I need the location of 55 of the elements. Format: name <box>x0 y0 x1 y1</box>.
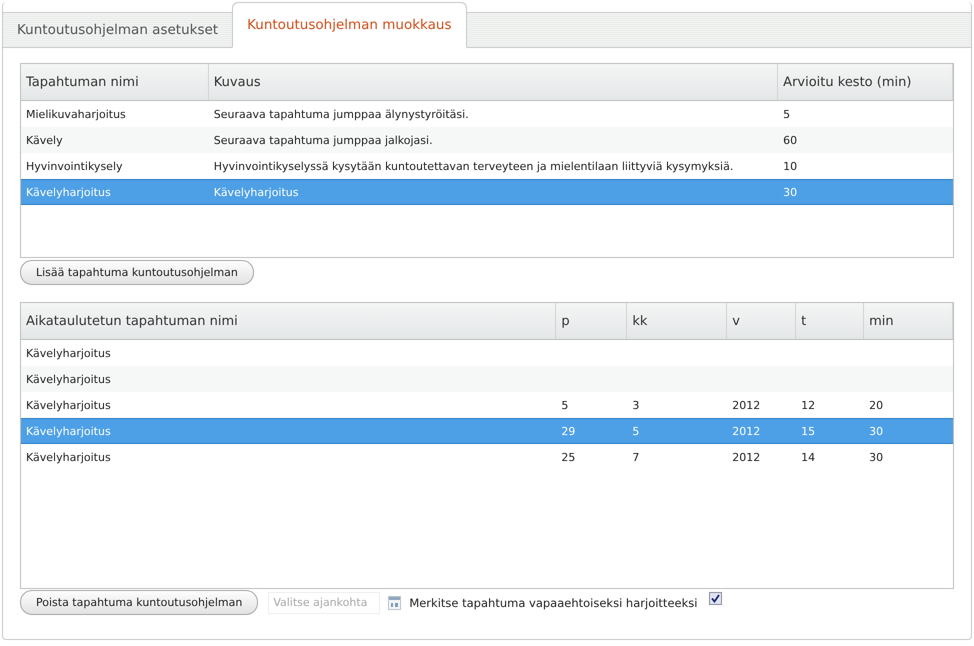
table-cell: 25 <box>561 450 576 464</box>
table-cell: Kävely <box>26 134 63 146</box>
column-header[interactable]: min <box>864 303 953 339</box>
table-cell: Hyvinvointikysely <box>26 160 123 172</box>
column-header[interactable]: v <box>727 303 796 339</box>
table-row[interactable]: Kävelyharjoitus 25 7 2012 14 30 <box>21 444 953 470</box>
table-cell: 10 <box>783 160 798 172</box>
tab[interactable]: Kuntoutusohjelman muokkaus <box>232 2 466 48</box>
remove-event-button[interactable]: Poista tapahtuma kuntoutusohjelman <box>20 590 258 615</box>
column-header[interactable]: Aikataulutetun tapahtuman nimi <box>21 303 556 339</box>
column-header[interactable]: Arvioitu kesto (min) <box>778 64 953 100</box>
table-cell: 2012 <box>732 450 760 464</box>
table-cell: Kävelyharjoitus <box>26 186 111 198</box>
table-cell: Seuraava tapahtuma jumppaa jalkojasi. <box>214 134 433 146</box>
calendar-icon[interactable] <box>388 596 402 610</box>
column-header[interactable]: kk <box>627 303 728 339</box>
table-cell: Kävelyharjoitus <box>26 450 111 464</box>
table-cell: 2012 <box>732 424 760 438</box>
add-event-button[interactable]: Lisää tapahtuma kuntoutusohjelman <box>20 260 254 285</box>
table-row[interactable]: Kävelyharjoitus 5 3 2012 12 20 <box>21 392 953 418</box>
table-cell: Seuraava tapahtuma jumppaa älynystyröitäsi. <box>214 108 469 120</box>
column-header[interactable]: Kuvaus <box>208 64 778 100</box>
table-row[interactable]: Kävelyharjoitus <box>21 366 953 392</box>
column-header[interactable]: p <box>556 303 628 339</box>
table-cell: Kävelyharjoitus <box>26 398 111 412</box>
table-cell: Kävelyharjoitus <box>26 424 111 438</box>
table-cell: 12 <box>801 398 816 412</box>
checkbox[interactable] <box>709 592 722 605</box>
table-cell: 30 <box>869 424 884 438</box>
table-cell: 5 <box>783 108 790 120</box>
table-cell: 30 <box>869 450 884 464</box>
table-cell: 5 <box>632 424 640 438</box>
table-cell: 3 <box>632 398 640 412</box>
table-row[interactable]: Hyvinvointikysely Hyvinvointikyselyssä kysytään kuntoutettavan terveyteen ja mielentilaan liittyviä kysymyksiä. 10 <box>21 153 953 179</box>
table-cell: 7 <box>632 450 640 464</box>
table-cell: 60 <box>783 134 798 146</box>
table-cell: 29 <box>561 424 576 438</box>
table-cell: Mielikuvaharjoitus <box>26 108 126 120</box>
table-cell: 15 <box>801 424 816 438</box>
table-cell: 14 <box>801 450 816 464</box>
table-cell: 20 <box>869 398 884 412</box>
table-cell: 30 <box>783 186 798 198</box>
table-cell: Kävelyharjoitus <box>26 372 111 386</box>
table-cell: Kävelyharjoitus <box>214 186 298 198</box>
tab[interactable]: Kuntoutusohjelman asetukset <box>3 12 232 48</box>
table-row[interactable]: Kävelyharjoitus <box>21 340 953 366</box>
table-row[interactable]: Mielikuvaharjoitus Seuraava tapahtuma jumppaa älynystyröitäsi. 5 <box>21 101 953 127</box>
table-cell: 2012 <box>732 398 760 412</box>
table-row[interactable]: Kävely Seuraava tapahtuma jumppaa jalkojasi. 60 <box>21 127 953 153</box>
table-cell: Hyvinvointikyselyssä kysytään kuntoutettavan terveyteen ja mielentilaan liittyviä kysymyksiä. <box>214 160 734 172</box>
column-header[interactable]: t <box>796 303 864 339</box>
column-header[interactable]: Tapahtuman nimi <box>21 64 209 100</box>
table-cell: 5 <box>561 398 568 412</box>
table-cell: Kävelyharjoitus <box>26 346 111 360</box>
checkbox-label: Merkitse tapahtuma vapaaehtoiseksi harjoitteeksi <box>409 596 698 610</box>
